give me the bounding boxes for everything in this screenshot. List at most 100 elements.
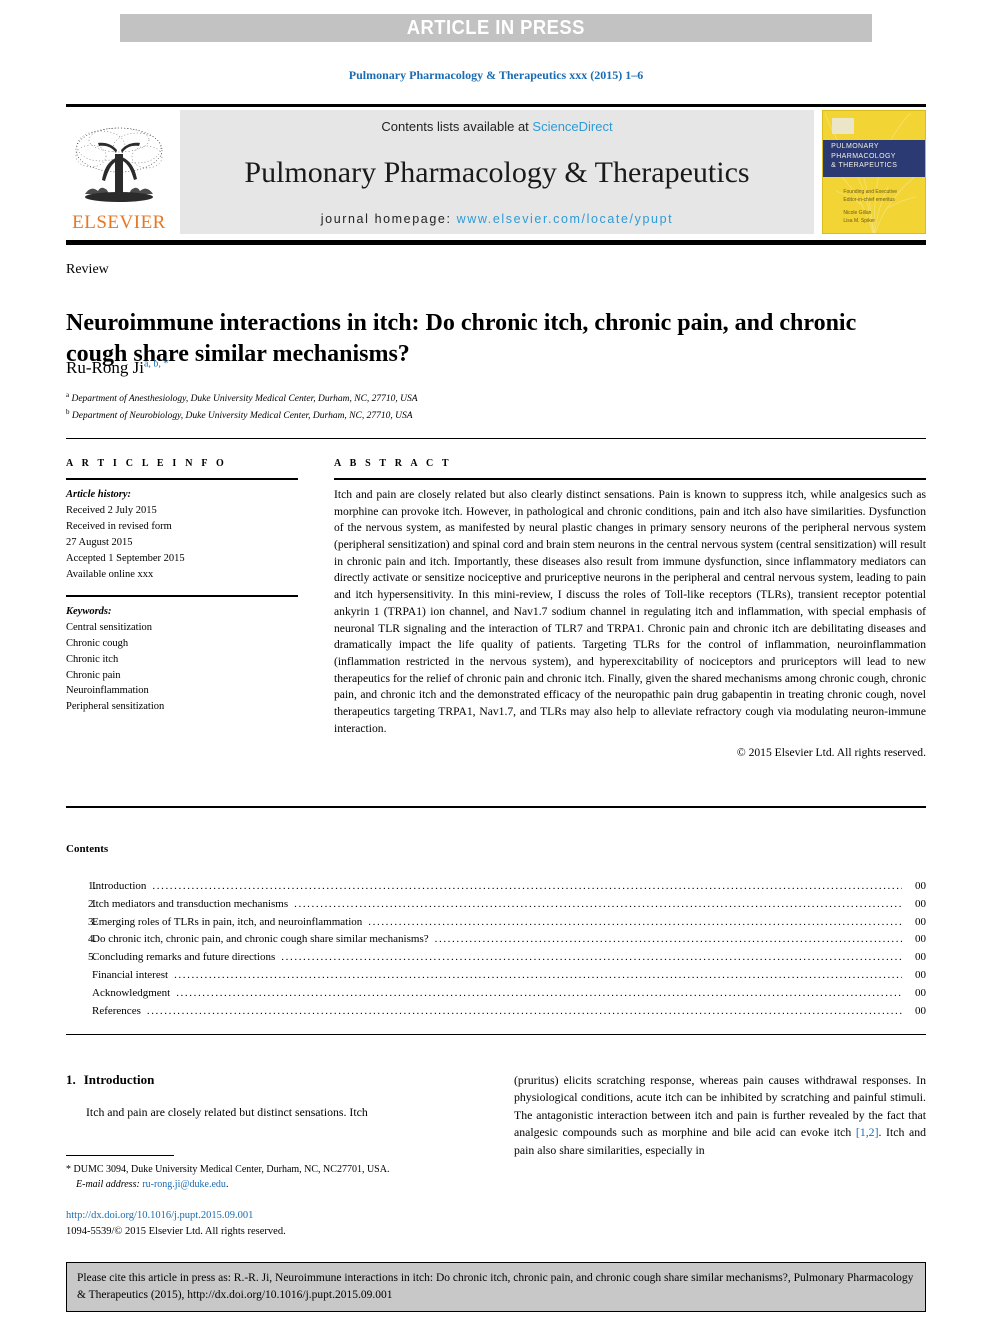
toc-row[interactable]: References .............................… — [66, 1003, 926, 1021]
toc-page-number: 00 — [915, 933, 926, 946]
toc-leader-dots: ........................................… — [294, 897, 902, 910]
author-name: Ru-Rong Ji — [66, 358, 144, 377]
toc-leader-dots: ........................................… — [152, 880, 902, 892]
toc-row[interactable]: 3. Emerging roles of TLRs in pain, itch,… — [66, 914, 926, 932]
table-of-contents: 1. Introduction ........................… — [66, 878, 926, 1021]
toc-row[interactable]: 5. Concluding remarks and future directi… — [66, 949, 926, 967]
abstract-heading: A B S T R A C T — [334, 458, 452, 469]
keywords-label: Keywords: — [66, 605, 112, 617]
article-history-item: Received 2 July 2015 — [66, 504, 157, 516]
cover-footer-line-2: Editor-in-chief emeritus — [843, 196, 895, 203]
toc-number: 5. — [88, 951, 97, 964]
article-title: Neuroimmune interactions in itch: Do chr… — [66, 310, 857, 367]
affiliation-a-text: Department of Anesthesiology, Duke Unive… — [71, 394, 418, 405]
keywords-block: Keywords: Central sensitization Chronic … — [66, 604, 298, 716]
toc-label[interactable]: Do chronic itch, chronic pain, and chron… — [92, 931, 433, 949]
info-abstract-columns: A R T I C L E I N F O Article history: R… — [66, 458, 926, 759]
article-type-label: Review — [66, 262, 109, 277]
issn-copyright-line: 1094-5539/© 2015 Elsevier Ltd. All right… — [66, 1226, 286, 1238]
elsevier-logo: ELSEVIER — [66, 110, 172, 234]
article-history-item: 27 August 2015 — [66, 536, 133, 548]
keyword-item: Neuroinflammation — [66, 685, 149, 697]
abstract-rule — [334, 478, 926, 480]
elsevier-wordmark: ELSEVIER — [72, 212, 166, 233]
cover-footer-line-1: Founding and Executive — [843, 188, 898, 195]
journal-cover-thumbnail: PULMONARY PHARMACOLOGY & THERAPEUTICS Fo… — [822, 110, 926, 234]
journal-masthead: ELSEVIER Contents lists available at Sci… — [66, 110, 926, 234]
abstract-text: Itch and pain are closely related but al… — [334, 488, 926, 735]
sciencedirect-link[interactable]: ScienceDirect — [532, 119, 612, 134]
toc-label[interactable]: Emerging roles of TLRs in pain, itch, an… — [92, 914, 366, 932]
footnote-marker: * — [66, 1164, 71, 1176]
keyword-item: Peripheral sensitization — [66, 701, 165, 713]
toc-label[interactable]: Acknowledgment — [92, 985, 174, 1003]
email-trailing-period: . — [225, 1179, 229, 1191]
contents-top-rule — [66, 806, 926, 808]
article-history-item: Available online xxx — [66, 568, 154, 580]
toc-leader-dots: ........................................… — [434, 933, 902, 946]
toc-row[interactable]: 2. Itch mediators and transduction mecha… — [66, 896, 926, 914]
cite-this-article-text: Please cite this article in press as: R.… — [77, 1272, 914, 1301]
cover-footer-line-4: Lisa M. Spiker — [843, 217, 876, 224]
toc-leader-dots: ........................................… — [281, 951, 902, 964]
cover-footer-text: Founding and Executive Editor-in-chief e… — [843, 188, 897, 225]
toc-page-number: 00 — [915, 897, 926, 910]
toc-label[interactable]: Concluding remarks and future directions — [92, 949, 279, 967]
journal-homepage-line: journal homepage: www.elsevier.com/locat… — [321, 212, 673, 226]
authors-divider-rule — [66, 438, 926, 439]
doi-link[interactable]: http://dx.doi.org/10.1016/j.pupt.2015.09… — [66, 1208, 466, 1224]
author-email-link[interactable]: ru-rong.ji@duke.edu — [142, 1179, 226, 1190]
toc-label[interactable]: Introduction — [92, 878, 150, 896]
toc-page-number: 00 — [915, 1004, 926, 1017]
doi-and-issn-block: http://dx.doi.org/10.1016/j.pupt.2015.09… — [66, 1208, 466, 1240]
toc-leader-dots: ........................................… — [368, 915, 902, 928]
toc-label[interactable]: Financial interest — [92, 967, 172, 985]
toc-label[interactable]: Itch mediators and transduction mechanis… — [92, 896, 292, 914]
cover-title-line-3: & THERAPEUTICS — [831, 161, 898, 169]
article-history-item: Accepted 1 September 2015 — [66, 552, 185, 564]
affiliation-a-mark: a — [66, 391, 70, 399]
cover-title-text: PULMONARY PHARMACOLOGY & THERAPEUTICS — [831, 142, 919, 170]
body-right-column: (pruritus) elicits scratching response, … — [514, 1072, 926, 1159]
section-number: 1. — [66, 1072, 76, 1087]
toc-leader-dots: ........................................… — [174, 969, 902, 982]
elsevier-tree-icon — [75, 127, 163, 202]
footnote-address: DUMC 3094, Duke University Medical Cente… — [73, 1164, 390, 1176]
toc-page-number: 00 — [915, 986, 926, 999]
cite-this-article-box: Please cite this article in press as: R.… — [66, 1262, 926, 1313]
toc-number: 4. — [88, 933, 97, 946]
toc-page-number: 00 — [915, 969, 926, 982]
article-info-rule — [66, 478, 298, 480]
masthead-center-panel: Contents lists available at ScienceDirec… — [180, 110, 814, 234]
contents-bottom-rule — [66, 1034, 926, 1035]
toc-page-number: 00 — [915, 951, 926, 964]
keyword-item: Chronic pain — [66, 669, 121, 681]
journal-reference-line: Pulmonary Pharmacology & Therapeutics xx… — [348, 68, 644, 82]
contents-heading: Contents — [66, 843, 109, 855]
toc-row[interactable]: 1. Introduction ........................… — [66, 878, 926, 896]
toc-label[interactable]: References — [92, 1003, 145, 1021]
contents-lists-line: Contents lists available at ScienceDirec… — [381, 119, 612, 134]
citation-link-1-2[interactable]: [1,2] — [856, 1125, 879, 1139]
article-history-block: Article history: Received 2 July 2015 Re… — [66, 487, 298, 583]
intro-paragraph-left: Itch and pain are closely related but di… — [86, 1105, 368, 1119]
email-label: E-mail address: — [76, 1179, 140, 1191]
journal-title: Pulmonary Pharmacology & Therapeutics — [244, 156, 750, 190]
affiliation-a: a Department of Anesthesiology, Duke Uni… — [66, 390, 418, 407]
toc-row[interactable]: Acknowledgment .........................… — [66, 985, 926, 1003]
section-title: Introduction — [83, 1072, 155, 1087]
cover-publisher-mark — [832, 118, 854, 134]
affiliation-b: b Department of Neurobiology, Duke Unive… — [66, 407, 418, 424]
toc-leader-dots: ........................................… — [146, 1004, 902, 1017]
affiliations-block: a Department of Anesthesiology, Duke Uni… — [66, 390, 418, 424]
cover-title-line-2: PHARMACOLOGY — [831, 152, 896, 160]
abstract-column: A B S T R A C T Itch and pain are closel… — [334, 458, 926, 759]
article-in-press-label: ARTICLE IN PRESS — [406, 16, 586, 39]
toc-row[interactable]: Financial interest .....................… — [66, 967, 926, 985]
journal-homepage-link[interactable]: www.elsevier.com/locate/ypupt — [457, 212, 674, 226]
toc-row[interactable]: 4. Do chronic itch, chronic pain, and ch… — [66, 931, 926, 949]
article-info-heading: A R T I C L E I N F O — [66, 458, 227, 469]
toc-page-number: 00 — [915, 880, 926, 892]
author-affiliation-marks: a, b, * — [143, 358, 169, 370]
toc-page-number: 00 — [915, 915, 926, 928]
